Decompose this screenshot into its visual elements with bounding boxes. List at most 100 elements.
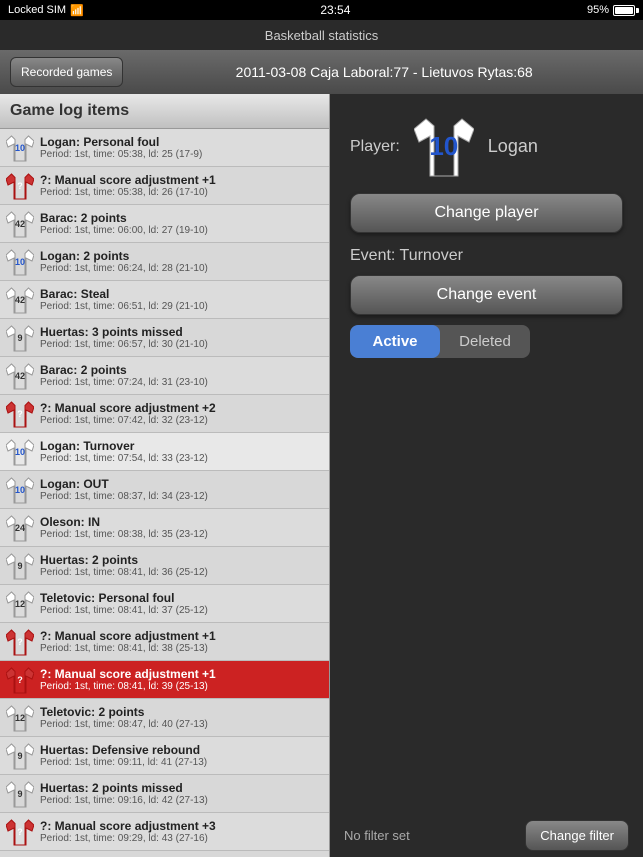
log-sub-text: Period: 1st, time: 09:29, ld: 43 (27-16) bbox=[40, 833, 323, 844]
game-log-list[interactable]: 10 Logan: Personal foulPeriod: 1st, time… bbox=[0, 129, 329, 857]
jersey-icon: 42 bbox=[6, 362, 34, 390]
log-text: ?: Manual score adjustment +3Period: 1st… bbox=[40, 819, 323, 844]
log-sub-text: Period: 1st, time: 08:41, ld: 36 (25-12) bbox=[40, 567, 323, 578]
log-item[interactable]: 24 Oleson: INPeriod: 1st, time: 08:38, l… bbox=[0, 509, 329, 547]
status-toggle[interactable]: Active Deleted bbox=[350, 325, 530, 358]
right-panel: Player: 10 Logan Change player Event: Tu… bbox=[330, 94, 643, 857]
log-item[interactable]: 12 Teletovic: 2 pointsPeriod: 1st, time:… bbox=[0, 699, 329, 737]
jersey-icon: 9 bbox=[6, 324, 34, 352]
log-sub-text: Period: 1st, time: 07:54, ld: 33 (23-12) bbox=[40, 453, 323, 464]
jersey-icon: 9 bbox=[6, 780, 34, 808]
log-main-text: Barac: Steal bbox=[40, 287, 323, 301]
jersey-icon: ? bbox=[6, 172, 34, 200]
jersey-icon: 12 bbox=[6, 590, 34, 618]
player-label: Player: bbox=[350, 138, 400, 156]
jersey-icon: 9 bbox=[6, 552, 34, 580]
log-main-text: Huertas: 2 points missed bbox=[40, 781, 323, 795]
log-main-text: Teletovic: Personal foul bbox=[40, 591, 323, 605]
log-text: Teletovic: 2 pointsPeriod: 1st, time: 08… bbox=[40, 705, 323, 730]
log-text: ?: Manual score adjustment +1Period: 1st… bbox=[40, 173, 323, 198]
main-content: Game log items 10 Logan: Personal foulPe… bbox=[0, 94, 643, 857]
log-item[interactable]: 42 Barac: 2 pointsPeriod: 1st, time: 07:… bbox=[0, 357, 329, 395]
log-item[interactable]: 42 Barac: 2 pointsPeriod: 1st, time: 06:… bbox=[0, 205, 329, 243]
log-item[interactable]: 42 Barac: Personal foulPeriod: 1st, time… bbox=[0, 851, 329, 857]
log-text: Huertas: 3 points missedPeriod: 1st, tim… bbox=[40, 325, 323, 350]
log-sub-text: Period: 1st, time: 06:51, ld: 29 (21-10) bbox=[40, 301, 323, 312]
log-text: Huertas: 2 points missedPeriod: 1st, tim… bbox=[40, 781, 323, 806]
log-main-text: Huertas: 2 points bbox=[40, 553, 323, 567]
toggle-deleted[interactable]: Deleted bbox=[440, 325, 530, 358]
log-text: ?: Manual score adjustment +1Period: 1st… bbox=[40, 667, 323, 692]
log-item[interactable]: 10 Logan: 2 pointsPeriod: 1st, time: 06:… bbox=[0, 243, 329, 281]
carrier-label: Locked SIM bbox=[8, 4, 66, 16]
jersey-icon: ? bbox=[6, 818, 34, 846]
player-jersey-large: 10 bbox=[414, 114, 474, 179]
log-item[interactable]: ? ?: Manual score adjustment +1Period: 1… bbox=[0, 661, 329, 699]
change-event-button[interactable]: Change event bbox=[350, 275, 623, 315]
jersey-icon: 10 bbox=[6, 476, 34, 504]
log-item[interactable]: 9 Huertas: Defensive reboundPeriod: 1st,… bbox=[0, 737, 329, 775]
wifi-icon: 📶 bbox=[70, 4, 84, 17]
log-text: Logan: 2 pointsPeriod: 1st, time: 06:24,… bbox=[40, 249, 323, 274]
log-sub-text: Period: 1st, time: 06:57, ld: 30 (21-10) bbox=[40, 339, 323, 350]
log-text: Logan: OUTPeriod: 1st, time: 08:37, ld: … bbox=[40, 477, 323, 502]
log-sub-text: Period: 1st, time: 09:11, ld: 41 (27-13) bbox=[40, 757, 323, 768]
log-sub-text: Period: 1st, time: 07:42, ld: 32 (23-12) bbox=[40, 415, 323, 426]
status-time: 23:54 bbox=[320, 3, 350, 17]
battery-percent: 95% bbox=[587, 4, 609, 16]
change-player-button[interactable]: Change player bbox=[350, 193, 623, 233]
filter-text: No filter set bbox=[344, 828, 410, 843]
left-panel: Game log items 10 Logan: Personal foulPe… bbox=[0, 94, 330, 857]
log-sub-text: Period: 1st, time: 06:24, ld: 28 (21-10) bbox=[40, 263, 323, 274]
log-sub-text: Period: 1st, time: 08:41, ld: 39 (25-13) bbox=[40, 681, 323, 692]
jersey-icon: 24 bbox=[6, 514, 34, 542]
log-item[interactable]: 9 Huertas: 2 points missedPeriod: 1st, t… bbox=[0, 775, 329, 813]
jersey-icon: 12 bbox=[6, 704, 34, 732]
log-item[interactable]: 10 Logan: TurnoverPeriod: 1st, time: 07:… bbox=[0, 433, 329, 471]
log-item[interactable]: ? ?: Manual score adjustment +1Period: 1… bbox=[0, 623, 329, 661]
log-sub-text: Period: 1st, time: 05:38, ld: 25 (17-9) bbox=[40, 149, 323, 160]
toggle-active[interactable]: Active bbox=[350, 325, 440, 358]
log-text: Barac: 2 pointsPeriod: 1st, time: 06:00,… bbox=[40, 211, 323, 236]
app-title: Basketball statistics bbox=[265, 28, 378, 43]
event-label: Event: Turnover bbox=[350, 247, 623, 265]
status-right: 95% bbox=[587, 4, 635, 16]
log-item[interactable]: 10 Logan: OUTPeriod: 1st, time: 08:37, l… bbox=[0, 471, 329, 509]
log-item[interactable]: 42 Barac: StealPeriod: 1st, time: 06:51,… bbox=[0, 281, 329, 319]
log-text: ?: Manual score adjustment +2Period: 1st… bbox=[40, 401, 323, 426]
jersey-icon: 9 bbox=[6, 742, 34, 770]
log-main-text: Logan: OUT bbox=[40, 477, 323, 491]
bottom-bar: No filter set Change filter bbox=[330, 813, 643, 857]
battery-icon bbox=[613, 5, 635, 16]
log-sub-text: Period: 1st, time: 06:00, ld: 27 (19-10) bbox=[40, 225, 323, 236]
log-item[interactable]: ? ?: Manual score adjustment +2Period: 1… bbox=[0, 395, 329, 433]
log-sub-text: Period: 1st, time: 08:41, ld: 37 (25-12) bbox=[40, 605, 323, 616]
log-item[interactable]: 10 Logan: Personal foulPeriod: 1st, time… bbox=[0, 129, 329, 167]
player-section: Player: 10 Logan bbox=[350, 114, 623, 179]
log-main-text: Huertas: 3 points missed bbox=[40, 325, 323, 339]
log-item[interactable]: 12 Teletovic: Personal foulPeriod: 1st, … bbox=[0, 585, 329, 623]
log-text: Logan: TurnoverPeriod: 1st, time: 07:54,… bbox=[40, 439, 323, 464]
log-text: Barac: 2 pointsPeriod: 1st, time: 07:24,… bbox=[40, 363, 323, 388]
log-item[interactable]: ? ?: Manual score adjustment +1Period: 1… bbox=[0, 167, 329, 205]
log-main-text: ?: Manual score adjustment +2 bbox=[40, 401, 323, 415]
log-main-text: Huertas: Defensive rebound bbox=[40, 743, 323, 757]
status-bar: Locked SIM 📶 23:54 95% bbox=[0, 0, 643, 20]
change-filter-button[interactable]: Change filter bbox=[525, 820, 629, 851]
log-main-text: Teletovic: 2 points bbox=[40, 705, 323, 719]
nav-bar: Recorded games 2011-03-08 Caja Laboral:7… bbox=[0, 50, 643, 94]
jersey-icon: ? bbox=[6, 666, 34, 694]
game-log-header: Game log items bbox=[0, 94, 329, 129]
recorded-games-button[interactable]: Recorded games bbox=[10, 57, 123, 87]
log-main-text: Barac: 2 points bbox=[40, 363, 323, 377]
player-number: 10 bbox=[429, 131, 458, 162]
log-item[interactable]: 9 Huertas: 3 points missedPeriod: 1st, t… bbox=[0, 319, 329, 357]
event-section: Event: Turnover Change event Active Dele… bbox=[350, 247, 623, 358]
battery-fill bbox=[615, 7, 633, 14]
log-item[interactable]: ? ?: Manual score adjustment +3Period: 1… bbox=[0, 813, 329, 851]
jersey-icon: ? bbox=[6, 628, 34, 656]
log-item[interactable]: 9 Huertas: 2 pointsPeriod: 1st, time: 08… bbox=[0, 547, 329, 585]
log-main-text: ?: Manual score adjustment +1 bbox=[40, 173, 323, 187]
log-text: ?: Manual score adjustment +1Period: 1st… bbox=[40, 629, 323, 654]
game-title: 2011-03-08 Caja Laboral:77 - Lietuvos Ry… bbox=[135, 64, 633, 80]
